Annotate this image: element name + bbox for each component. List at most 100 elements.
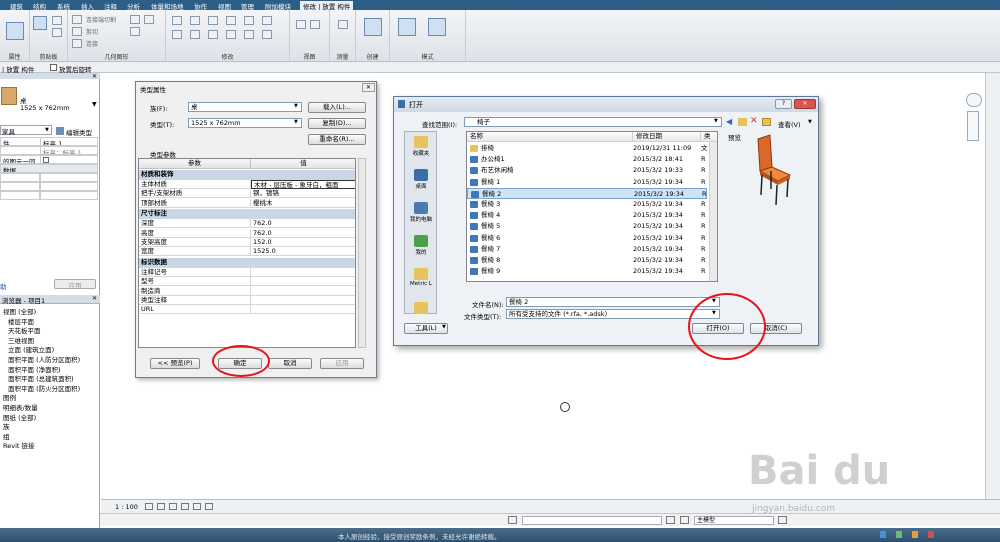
type-dropdown[interactable]: 1525 x 762mm: [188, 118, 302, 128]
vertical-scrollbar[interactable]: [985, 73, 1000, 499]
project-browser-item[interactable]: 图纸 (全部): [0, 412, 100, 421]
place-item[interactable]: 我的电脑: [406, 202, 436, 223]
file-row[interactable]: 餐椅 1 2015/3/2 19:34 R: [467, 177, 707, 188]
copy-icon[interactable]: [52, 16, 62, 25]
load-family-icon[interactable]: [398, 18, 416, 36]
align-icon[interactable]: [172, 16, 182, 25]
array-icon[interactable]: [226, 30, 236, 39]
project-browser-item[interactable]: Revit 链接: [0, 440, 100, 449]
file-row[interactable]: 布艺休闲椅 2015/3/2 19:33 R: [467, 165, 707, 176]
file-row[interactable]: 办公椅1 2015/3/2 18:41 R: [467, 154, 707, 165]
parameter-value[interactable]: 152.0: [251, 238, 355, 247]
parameter-group-header[interactable]: 尺寸标注: [139, 209, 355, 220]
mirror-icon[interactable]: [208, 16, 218, 25]
tab-modify-place-component[interactable]: 修改 | 放置 构件: [300, 1, 354, 11]
file-row[interactable]: 餐椅 2 2015/3/2 19:34 R: [467, 187, 707, 199]
prop-checkbox-cell[interactable]: [40, 155, 98, 164]
properties-icon[interactable]: [6, 22, 24, 40]
main-model-dropdown[interactable]: 主模型: [694, 516, 774, 525]
steering-wheel-icon[interactable]: [966, 93, 982, 107]
view-scale[interactable]: 1 : 100: [115, 503, 138, 511]
project-browser-item[interactable]: 面积平面 (净面积): [0, 364, 100, 373]
workset-dropdown[interactable]: [522, 516, 662, 525]
crop-view-icon[interactable]: [193, 503, 201, 510]
file-row[interactable]: 餐椅 8 2015/3/2 19:34 R: [467, 255, 707, 266]
offset-icon[interactable]: [190, 16, 200, 25]
shadows-icon[interactable]: [181, 503, 189, 510]
cope-icon[interactable]: [72, 15, 82, 24]
parameter-value[interactable]: 762.0: [251, 229, 355, 238]
project-browser-item[interactable]: 楼层平面: [0, 316, 100, 325]
project-browser-item[interactable]: 视图 (全部): [0, 306, 100, 315]
close-icon[interactable]: ✕: [794, 99, 816, 109]
apply-button[interactable]: 应用: [320, 358, 364, 369]
file-row[interactable]: 餐椅 9 2015/3/2 19:34 R: [467, 266, 707, 277]
back-icon[interactable]: ◀: [726, 117, 732, 126]
paint-icon[interactable]: [130, 27, 140, 36]
project-browser-item[interactable]: 面积平面 (人防分区面积): [0, 354, 100, 363]
column-header-name[interactable]: 名称: [467, 132, 633, 142]
project-browser-item[interactable]: 面积平面 (防火分区面积): [0, 383, 100, 392]
paste-icon[interactable]: [33, 16, 47, 30]
delete-icon[interactable]: [262, 30, 272, 39]
column-header-date[interactable]: 修改日期: [633, 132, 701, 142]
apply-button[interactable]: 应用: [54, 279, 96, 290]
prop-value[interactable]: 标高 1: [40, 137, 98, 146]
parameter-value[interactable]: [251, 268, 355, 277]
cut-geometry-label[interactable]: 剪切: [86, 27, 98, 36]
place-item[interactable]: [406, 302, 436, 315]
type-dropdown-icon[interactable]: ▼: [92, 101, 97, 108]
delete-icon[interactable]: ✕: [750, 116, 758, 126]
editing-requests-icon[interactable]: [666, 516, 675, 524]
close-icon[interactable]: ✕: [92, 73, 97, 80]
filename-input[interactable]: 餐椅 2: [506, 297, 720, 307]
parameter-value[interactable]: 钢，镀铬: [251, 189, 355, 199]
column-header-type[interactable]: 类: [701, 132, 717, 142]
rotate-after-placement-checkbox[interactable]: [50, 64, 57, 71]
override-icon[interactable]: [310, 20, 320, 29]
scale-icon[interactable]: [244, 30, 254, 39]
cancel-button[interactable]: 取消: [268, 358, 312, 369]
rename-button[interactable]: 重命名(R)...: [308, 134, 366, 145]
filter-icon[interactable]: [778, 516, 787, 524]
preview-button[interactable]: << 预览(P): [150, 358, 200, 369]
tray-icon[interactable]: [896, 531, 902, 538]
move-icon[interactable]: [172, 30, 182, 39]
up-folder-icon[interactable]: [738, 118, 747, 126]
file-row[interactable]: 餐椅 7 2015/3/2 19:34 R: [467, 244, 707, 255]
filetype-dropdown[interactable]: 所有受支持的文件 (*.rfa, *.adsk): [506, 309, 720, 319]
parameter-value[interactable]: 762.0: [251, 219, 355, 229]
file-row[interactable]: 餐椅 3 2015/3/2 19:34 R: [467, 199, 707, 210]
worksets-icon[interactable]: [508, 516, 517, 524]
design-options-icon[interactable]: [680, 516, 689, 524]
project-browser-item[interactable]: 明细表/数量: [0, 402, 100, 411]
cut-icon[interactable]: [52, 28, 62, 37]
duplicate-button[interactable]: 复制(D)...: [308, 118, 366, 129]
rotate-icon[interactable]: [208, 30, 218, 39]
file-row[interactable]: 餐椅 6 2015/3/2 19:34 R: [467, 233, 707, 244]
wall-joins-icon[interactable]: [130, 15, 140, 24]
place-item[interactable]: Metric L: [406, 268, 436, 287]
tray-icon[interactable]: [912, 531, 918, 538]
project-browser-item[interactable]: 三维视图: [0, 335, 100, 344]
in-place-model-icon[interactable]: [428, 18, 446, 36]
view-menu[interactable]: 查看(V): [778, 119, 801, 129]
trim-icon[interactable]: [226, 16, 236, 25]
file-row[interactable]: 餐椅 4 2015/3/2 19:34 R: [467, 210, 707, 221]
visual-style-icon[interactable]: [157, 503, 165, 510]
parameter-group-header[interactable]: 标识数据: [139, 257, 355, 268]
file-row[interactable]: 餐椅 5 2015/3/2 19:34 R: [467, 221, 707, 232]
place-item[interactable]: 我的: [406, 235, 436, 256]
hide-icon[interactable]: [296, 20, 306, 29]
close-icon[interactable]: ✕: [92, 295, 97, 302]
help-icon[interactable]: ?: [775, 99, 792, 109]
project-browser-item[interactable]: 天花板平面: [0, 325, 100, 334]
join-icon[interactable]: [72, 39, 82, 48]
detail-level-icon[interactable]: [145, 503, 153, 510]
measure-icon[interactable]: [338, 20, 348, 29]
split-icon[interactable]: [244, 16, 254, 25]
sun-path-icon[interactable]: [169, 503, 177, 510]
project-browser-item[interactable]: 族: [0, 421, 100, 430]
close-icon[interactable]: ✕: [362, 83, 375, 92]
split-face-icon[interactable]: [144, 15, 154, 24]
